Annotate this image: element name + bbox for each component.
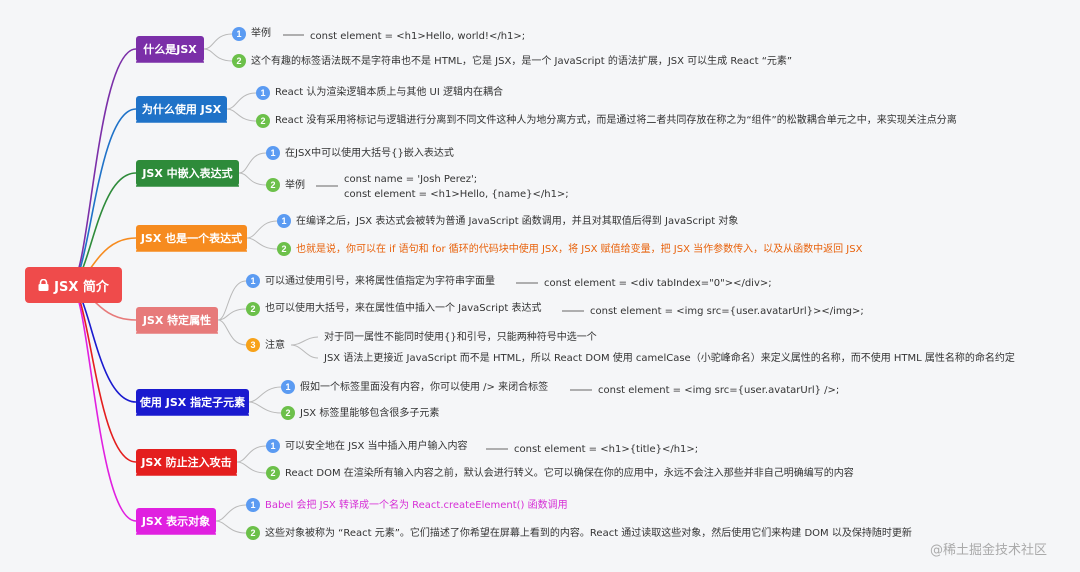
badge-2: 2 bbox=[256, 114, 270, 128]
item-connector bbox=[203, 48, 233, 62]
badge-1: 1 bbox=[232, 27, 246, 41]
item-text: 举例 bbox=[285, 180, 305, 191]
topic-label: 使用 JSX 指定子元素 bbox=[139, 396, 246, 409]
item-connector bbox=[238, 172, 267, 186]
root-title: JSX 简介 bbox=[54, 279, 109, 295]
item-text: 可以安全地在 JSX 当中插入用户输入内容 bbox=[285, 441, 468, 452]
item-connector bbox=[246, 237, 278, 250]
note-line: JSX 语法上更接近 JavaScript 而不是 HTML，所以 React … bbox=[324, 353, 1015, 364]
item-text: 在JSX中可以使用大括号{}嵌入表达式 bbox=[285, 148, 454, 159]
item-detail: const element = <img src={user.avatarUrl… bbox=[590, 306, 864, 317]
badge-2: 2 bbox=[281, 406, 295, 420]
topic-jsx-attributes[interactable]: JSX 特定属性 bbox=[136, 307, 218, 333]
item-text: 注意 bbox=[265, 340, 285, 351]
topic-jsx-is-expression[interactable]: JSX 也是一个表达式 bbox=[136, 225, 247, 251]
badge-2: 2 bbox=[266, 178, 280, 192]
note-connector bbox=[290, 336, 319, 346]
watermark: @稀土掘金技术社区 bbox=[930, 543, 1048, 558]
badge-1: 1 bbox=[281, 380, 295, 394]
item-text: 可以通过使用引号，来将属性值指定为字符串字面量 bbox=[265, 276, 495, 287]
badge-1: 1 bbox=[266, 439, 280, 453]
item-connector bbox=[217, 308, 247, 321]
item-text: React 认为渲染逻辑本质上与其他 UI 逻辑内在耦合 bbox=[275, 87, 504, 98]
item-text: JSX 标签里能够包含很多子元素 bbox=[300, 408, 440, 419]
badge-2: 2 bbox=[246, 526, 260, 540]
topic-label: JSX 防止注入攻击 bbox=[141, 456, 232, 469]
note-line: 对于同一属性不能同时使用{}和引号，只能两种符号中选一个 bbox=[324, 332, 597, 343]
item-connector bbox=[248, 386, 282, 403]
item-detail: const element = <h1>Hello, world!</h1>; bbox=[310, 31, 526, 42]
badge-1: 1 bbox=[266, 146, 280, 160]
topic-what-is-jsx[interactable]: 什么是JSX bbox=[136, 36, 204, 62]
item-detail: const element = <div tabIndex="0"></div>… bbox=[544, 278, 772, 289]
topic-label: JSX 表示对象 bbox=[141, 515, 211, 528]
item-connector bbox=[246, 220, 278, 239]
connector-lines bbox=[69, 33, 592, 535]
badge-1: 1 bbox=[246, 498, 260, 512]
item-text: 在编译之后，JSX 表达式会被转为普通 JavaScript 函数调用，并且对其… bbox=[296, 216, 739, 227]
item-detail-line: const name = 'Josh Perez'; bbox=[344, 174, 478, 185]
item-text: 这些对象被称为 “React 元素”。它们描述了你希望在屏幕上看到的内容。Rea… bbox=[265, 528, 912, 539]
topic-child-elements[interactable]: 使用 JSX 指定子元素 bbox=[136, 389, 249, 415]
root-to-topic-connector bbox=[69, 108, 137, 286]
badge-2: 2 bbox=[266, 466, 280, 480]
item-detail: const element = <img src={user.avatarUrl… bbox=[598, 385, 840, 396]
root-node[interactable]: JSX 简介 bbox=[25, 267, 122, 303]
item-connector bbox=[236, 445, 267, 463]
topic-label: JSX 也是一个表达式 bbox=[140, 232, 243, 245]
item-text: 这个有趣的标签语法既不是字符串也不是 HTML，它是 JSX，是一个 JavaS… bbox=[251, 56, 793, 67]
item-connector bbox=[217, 280, 247, 321]
item-connector bbox=[215, 520, 247, 534]
item-detail: const element = <h1>{title}</h1>; bbox=[514, 444, 699, 455]
badge-3: 3 bbox=[246, 338, 260, 352]
item-connector bbox=[236, 461, 267, 474]
item-connector bbox=[226, 108, 257, 122]
item-connector bbox=[226, 92, 257, 110]
badge-1: 1 bbox=[256, 86, 270, 100]
item-text: 举例 bbox=[251, 28, 271, 39]
topic-label: JSX 中嵌入表达式 bbox=[142, 167, 233, 180]
lock-icon bbox=[38, 279, 49, 291]
topic-label: JSX 特定属性 bbox=[142, 314, 212, 327]
item-connector bbox=[203, 33, 233, 50]
topic-label: 什么是JSX bbox=[143, 43, 197, 56]
root-to-topic-connector bbox=[69, 284, 137, 463]
item-connector bbox=[215, 504, 247, 522]
item-text-highlight: Babel 会把 JSX 转译成一个名为 React.createElement… bbox=[265, 500, 568, 511]
badge-2: 2 bbox=[277, 242, 291, 256]
topic-label: 为什么使用 JSX bbox=[141, 103, 222, 116]
topic-jsx-represents-objects[interactable]: JSX 表示对象 bbox=[136, 508, 216, 534]
item-text: React 没有采用将标记与逻辑进行分离到不同文件这种人为地分离方式，而是通过将… bbox=[275, 115, 957, 126]
badge-1: 1 bbox=[277, 214, 291, 228]
badge-2: 2 bbox=[246, 302, 260, 316]
item-connector bbox=[248, 401, 282, 414]
badge-1: 1 bbox=[246, 274, 260, 288]
item-text: 也可以使用大括号，来在属性值中插入一个 JavaScript 表达式 bbox=[265, 303, 542, 314]
item-connector bbox=[217, 319, 247, 346]
item-text: React DOM 在渲染所有输入内容之前，默认会进行转义。它可以确保在你的应用… bbox=[285, 468, 854, 479]
topic-prevent-injection[interactable]: JSX 防止注入攻击 bbox=[136, 449, 237, 475]
item-detail-line: const element = <h1>Hello, {name}</h1>; bbox=[344, 189, 569, 200]
note-connector bbox=[290, 344, 319, 359]
item-text-highlight: 也就是说，你可以在 if 语句和 for 循环的代码块中使用 JSX，将 JSX… bbox=[296, 244, 863, 255]
badge-2: 2 bbox=[232, 54, 246, 68]
topic-why-jsx[interactable]: 为什么使用 JSX bbox=[136, 96, 227, 122]
item-connector bbox=[238, 152, 267, 174]
topic-embed-expressions[interactable]: JSX 中嵌入表达式 bbox=[136, 160, 239, 186]
item-text: 假如一个标签里面没有内容，你可以使用 /> 来闭合标签 bbox=[300, 382, 549, 393]
